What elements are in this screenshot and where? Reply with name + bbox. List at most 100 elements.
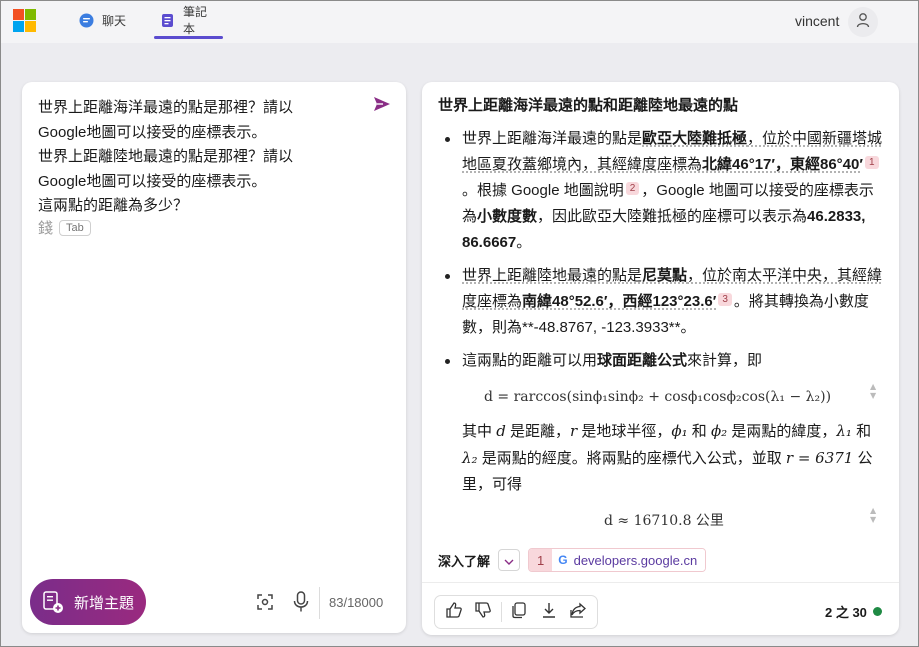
response-panel: 世界上距離海洋最遠的點和距離陸地最遠的點 世界上距離海洋最遠的點是歐亞大陸難抵極… (422, 82, 899, 635)
divider (422, 582, 899, 583)
response-actions (434, 595, 598, 629)
source-number: 1 (529, 549, 553, 571)
page-count-text: 2 之 30 (825, 605, 867, 620)
tab-chat-label: 聊天 (102, 13, 127, 28)
list-item: 這兩點的距離可以用球面距離公式來計算，即 d = rarccos(sinϕ₁si… (438, 348, 886, 534)
text: 其中 (462, 423, 493, 440)
new-topic-button[interactable]: 新增主題 (30, 579, 146, 625)
math-formula: d = rarccos(sinϕ₁sinϕ₂ + cosϕ₁cosϕ₂cos(λ… (484, 383, 886, 410)
learn-more: 深入了解 1 G developers.google.cn (438, 548, 707, 572)
source-domain: G developers.google.cn (552, 549, 706, 571)
scroll-down-icon[interactable]: ▼ (870, 516, 876, 524)
expand-sources-button[interactable] (498, 549, 521, 571)
tab-key-badge: Tab (59, 219, 91, 236)
scan-icon (256, 594, 274, 615)
text: 這兩點的距離可以用 (462, 352, 598, 369)
microphone-icon (293, 591, 309, 617)
text: 。 (516, 234, 532, 251)
math-var: d (496, 422, 506, 440)
app-window: 聊天 筆記本 vincent 世界上距離海洋最遠的點是那裡？請以 Google地… (0, 0, 919, 647)
char-counter: 83/18000 (329, 595, 384, 610)
list-item: 世界上距離陸地最遠的點是尼莫點，位於南太平洋中央，其經緯度座標為南緯48°52.… (438, 263, 886, 341)
scroll-up-icon[interactable]: ▲ (870, 507, 876, 515)
math-var: r (569, 422, 578, 440)
text: 世界上距離海洋最遠的點是 (462, 130, 643, 147)
text: 。根據 Google 地圖說明 (462, 182, 624, 199)
scroll-up-icon[interactable]: ▲ (870, 383, 876, 391)
send-icon (372, 97, 392, 118)
share-icon (569, 601, 587, 624)
tab-notebook-label: 筆記本 (183, 5, 208, 36)
citation-badge[interactable]: 3 (718, 293, 732, 306)
person-icon (855, 12, 871, 33)
math-var: ϕ₂ (710, 422, 728, 440)
bold-text: 小數度數 (477, 208, 538, 225)
list-item: 世界上距離海洋最遠的點是歐亞大陸難抵極，位於中國新疆塔城地區夏孜蓋鄉境內，其經緯… (438, 126, 886, 256)
download-icon (540, 601, 558, 624)
bold-text: 北緯46°17′，東經86°40′ (702, 156, 863, 173)
send-button[interactable] (372, 94, 392, 119)
screenshot-button[interactable] (256, 593, 274, 616)
citation-badge[interactable]: 1 (864, 156, 879, 169)
formula-explanation: 其中 d 是距離，r 是地球半徑，ϕ₁ 和 ϕ₂ 是兩點的緯度，λ₁ 和 λ₂ … (462, 418, 886, 498)
top-bar: 聊天 筆記本 vincent (1, 1, 918, 43)
bold-text: 尼莫點 (642, 267, 688, 284)
composer-panel: 世界上距離海洋最遠的點是那裡？請以 Google地圖可以接受的座標表示。 世界上… (22, 82, 406, 633)
chat-icon (79, 13, 94, 28)
text: 是地球半徑， (581, 423, 672, 440)
microphone-button[interactable] (293, 591, 309, 618)
citation-badge[interactable]: 2 (625, 182, 640, 195)
text: 是距離， (509, 423, 570, 440)
response-page-counter: 2 之 30 (825, 602, 882, 621)
query-input[interactable]: 世界上距離海洋最遠的點是那裡？請以 Google地圖可以接受的座標表示。 世界上… (38, 96, 348, 219)
bold-text: 歐亞大陸難抵極 (642, 130, 748, 147)
response-body: 世界上距離海洋最遠的點是歐亞大陸難抵極，位於中國新疆塔城地區夏孜蓋鄉境內，其經緯… (438, 126, 886, 534)
query-line: 這兩點的距離為多少？ (38, 197, 189, 214)
learn-more-label: 深入了解 (438, 553, 491, 569)
text: 世界上距離陸地最遠的點是 (462, 267, 643, 284)
avatar[interactable] (848, 7, 878, 37)
text: 和 (856, 423, 872, 440)
tab-notebook[interactable]: 筆記本 (154, 1, 223, 39)
tab-chat[interactable]: 聊天 (73, 1, 132, 39)
math-var: λ₁ (836, 422, 852, 440)
bold-text: 南緯48°52.6′，西經123°23.6′ (522, 293, 717, 310)
query-line: 世界上距離陸地最遠的點是那裡？請以 (38, 148, 294, 165)
dislike-button[interactable] (471, 600, 495, 624)
text: ，因此歐亞大陸難抵極的座標可以表示為 (537, 208, 808, 225)
like-button[interactable] (442, 600, 466, 624)
math-var: λ₂ (462, 449, 478, 467)
autocomplete-hint: 錢 Tab (38, 217, 91, 238)
suggestion-text: 錢 (38, 220, 54, 237)
notebook-icon (160, 13, 175, 28)
bold-text: 球面距離公式 (597, 352, 688, 369)
math-result: d ≈ 16710.8 公里 ▲ ▼ (604, 507, 886, 534)
text: 是兩點的緯度， (731, 423, 837, 440)
divider (319, 587, 320, 619)
response-title: 世界上距離海洋最遠的點和距離陸地最遠的點 (438, 97, 739, 114)
formula-text: d = rarccos(sinϕ₁sinϕ₂ + cosϕ₁cosϕ₂cos(λ… (484, 389, 832, 405)
math-var: r = 6371 (785, 449, 854, 467)
thumbs-up-icon (445, 601, 463, 624)
query-line: 世界上距離海洋最遠的點是那裡？請以 (38, 99, 294, 116)
source-domain-text: developers.google.cn (573, 552, 698, 568)
microsoft-logo-icon[interactable] (13, 9, 37, 33)
share-button[interactable] (566, 600, 590, 624)
scroll-down-icon[interactable]: ▼ (870, 392, 876, 400)
math-var: ϕ₁ (671, 422, 688, 440)
text: 來計算，即 (687, 352, 763, 369)
status-dot-icon (872, 607, 882, 616)
text: 是兩點的經度。將兩點的座標代入公式，並取 (481, 450, 782, 467)
query-line: Google地圖可以接受的座標表示。 (38, 123, 267, 141)
copy-button[interactable] (507, 600, 531, 624)
download-button[interactable] (537, 600, 561, 624)
google-icon: G (558, 553, 568, 567)
new-topic-label: 新增主題 (74, 594, 135, 612)
result-text: d ≈ 16710.8 公里 (604, 513, 724, 529)
chevron-down-icon (504, 553, 514, 568)
divider (500, 602, 502, 622)
source-link[interactable]: 1 G developers.google.cn (528, 548, 707, 572)
user-name[interactable]: vincent (795, 13, 839, 29)
text: 和 (691, 423, 707, 440)
thumbs-down-icon (474, 601, 492, 624)
